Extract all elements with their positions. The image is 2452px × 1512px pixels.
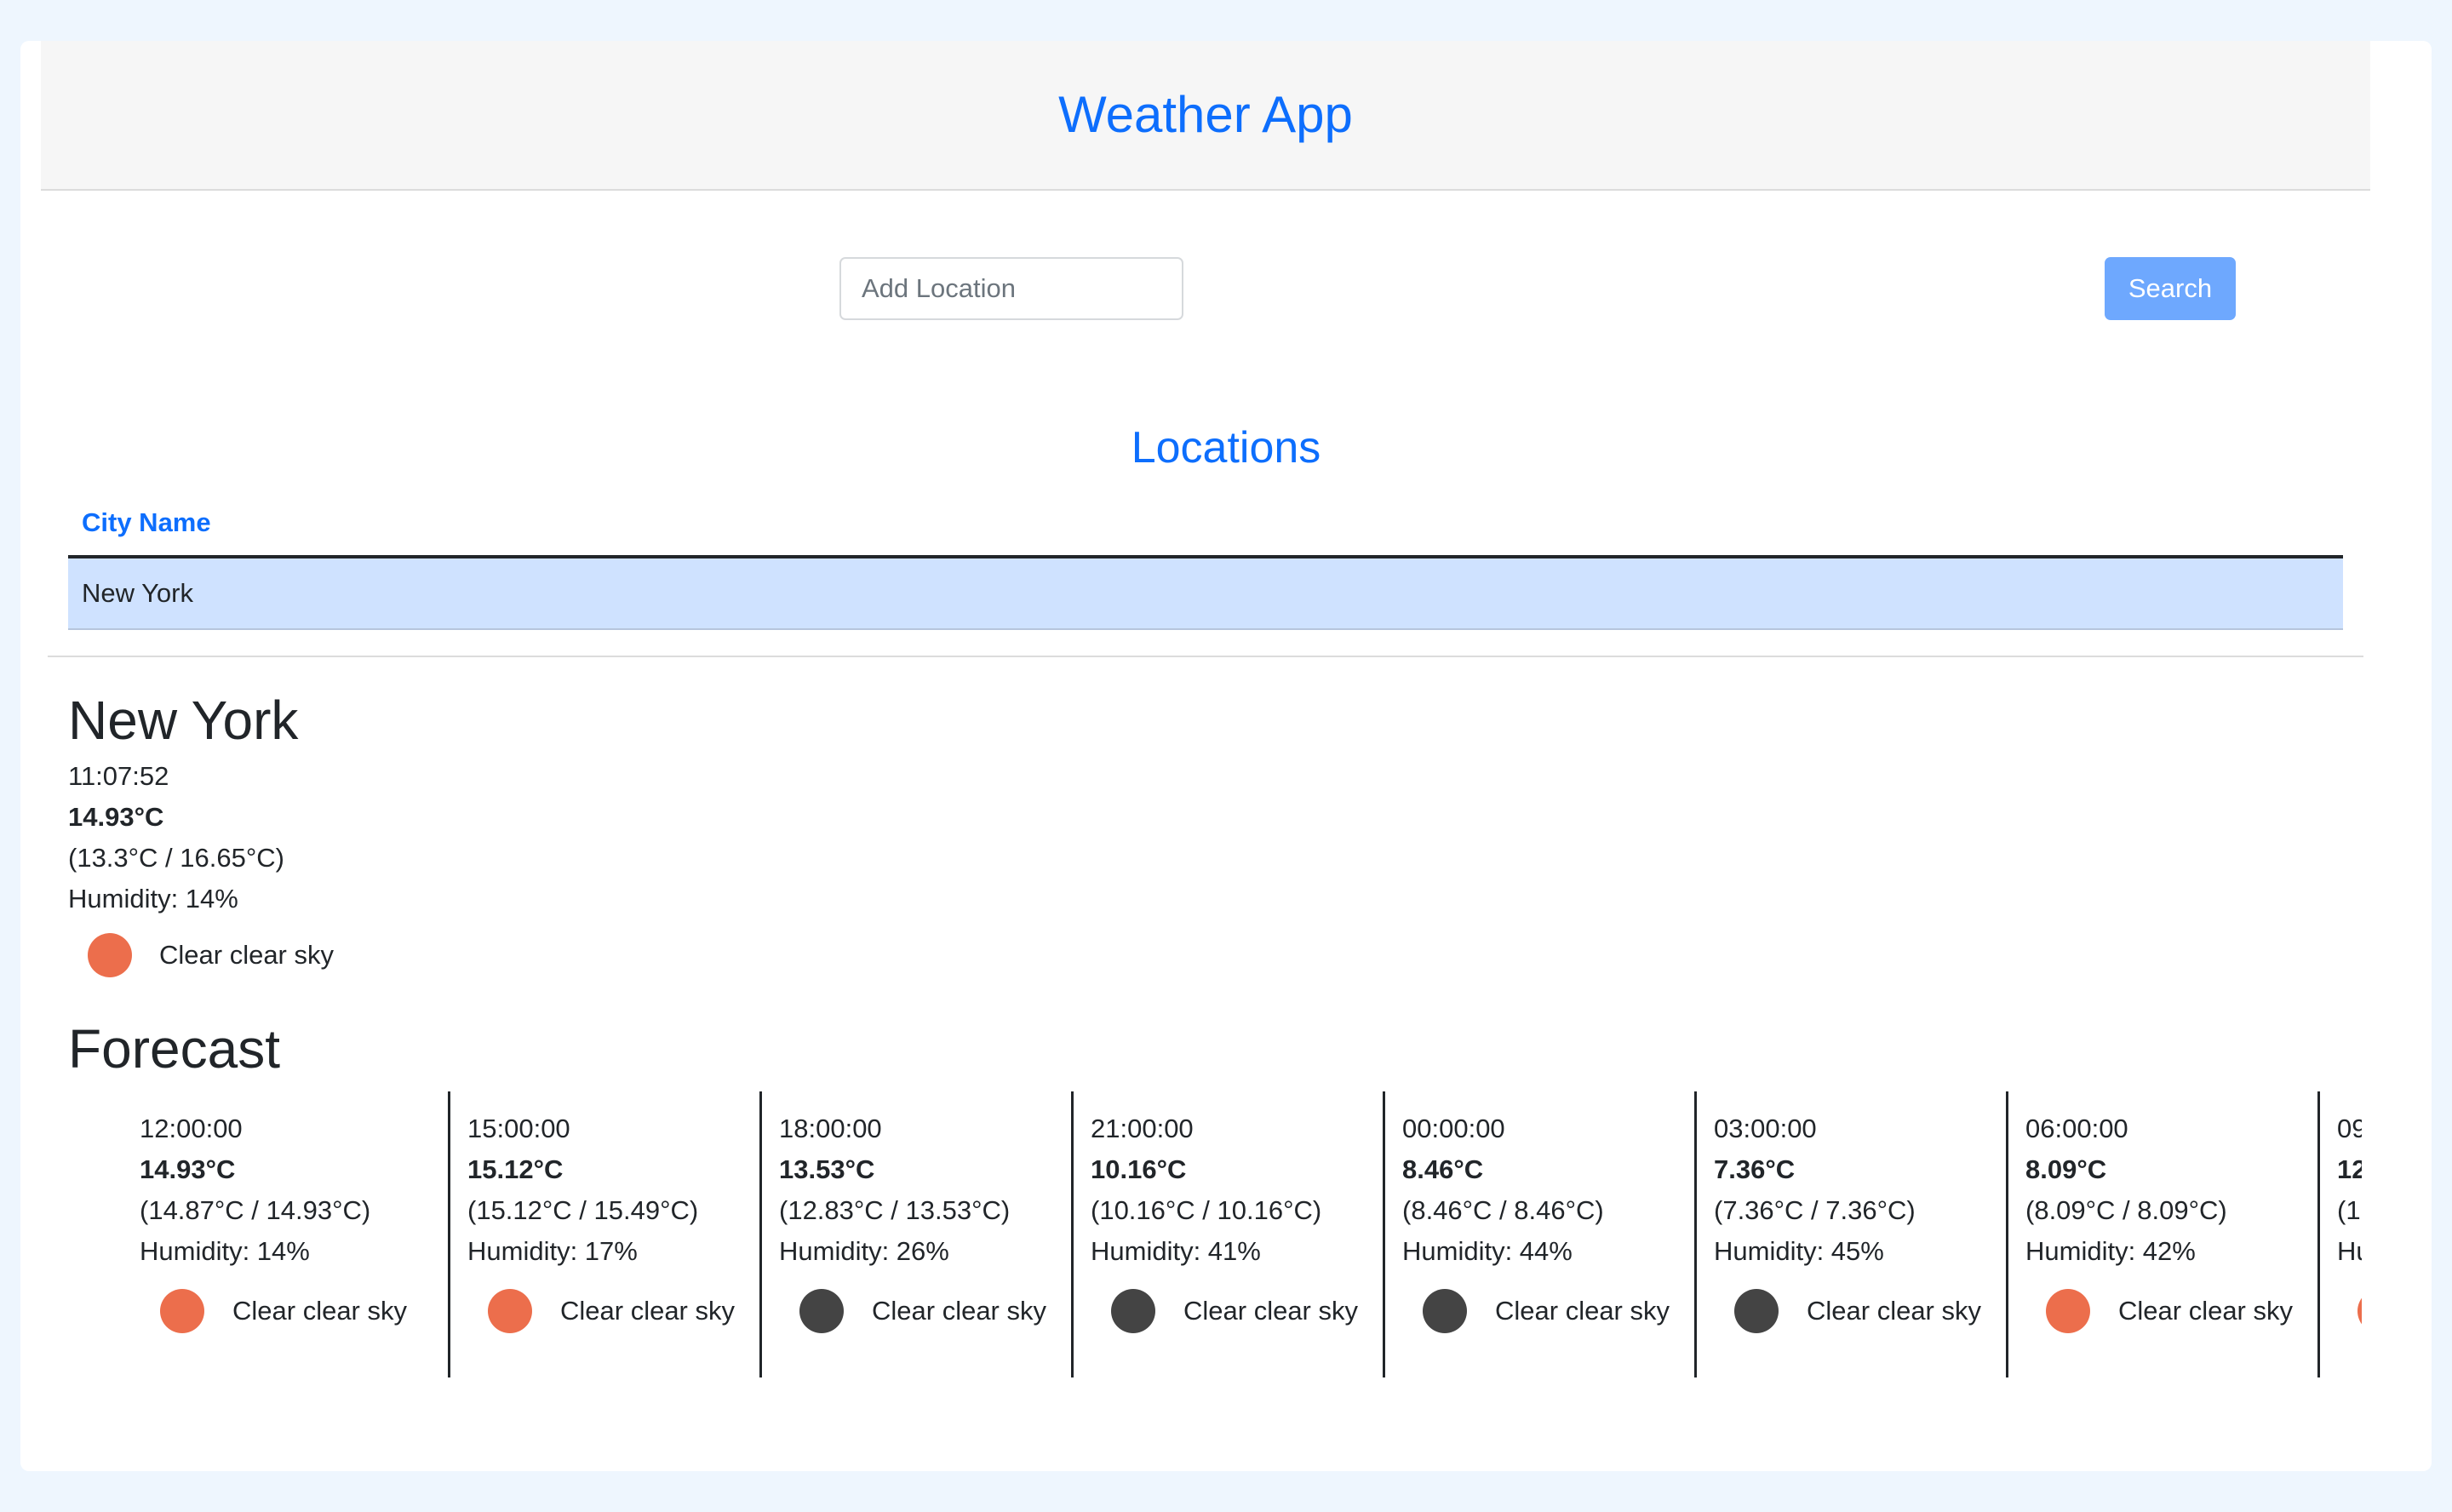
forecast-condition-label: Clear clear sky bbox=[1183, 1296, 1358, 1326]
forecast-item: 15:00:00 15.12°C (15.12°C / 15.49°C) Hum… bbox=[450, 1091, 762, 1377]
forecast-humidity: Humidity: 17% bbox=[467, 1236, 638, 1266]
forecast-scroll-container[interactable]: 12:00:00 14.93°C (14.87°C / 14.93°C) Hum… bbox=[68, 1091, 2362, 1377]
forecast-time: 03:00:00 bbox=[1714, 1114, 1817, 1143]
forecast-time: 00:00:00 bbox=[1402, 1114, 1505, 1143]
forecast-condition: Clear clear sky bbox=[1714, 1284, 2006, 1338]
forecast-temp-range: (12 bbox=[2337, 1195, 2362, 1225]
forecast-time: 15:00:00 bbox=[467, 1114, 570, 1143]
moon-icon bbox=[1111, 1289, 1155, 1333]
forecast-humidity: Humidity: 14% bbox=[140, 1236, 310, 1266]
current-condition: Clear clear sky bbox=[68, 928, 334, 982]
forecast-humidity: Hu bbox=[2337, 1236, 2362, 1266]
forecast-condition-label: Clear clear sky bbox=[1807, 1296, 1981, 1326]
sun-icon bbox=[488, 1289, 532, 1333]
forecast-time: 18:00:00 bbox=[779, 1114, 882, 1143]
app-title: Weather App bbox=[1058, 86, 1353, 143]
forecast-item: 18:00:00 13.53°C (12.83°C / 13.53°C) Hum… bbox=[762, 1091, 1074, 1377]
forecast-condition: Clear clear sky bbox=[1091, 1284, 1383, 1338]
forecast-condition bbox=[2337, 1284, 2362, 1338]
forecast-condition-label: Clear clear sky bbox=[232, 1296, 407, 1326]
forecast-item: 12:00:00 14.93°C (14.87°C / 14.93°C) Hum… bbox=[68, 1091, 450, 1377]
moon-icon bbox=[1734, 1289, 1779, 1333]
forecast-heading: Forecast bbox=[68, 1018, 280, 1080]
sun-icon bbox=[2357, 1289, 2362, 1333]
location-city-cell[interactable]: New York bbox=[68, 557, 2343, 630]
forecast-humidity: Humidity: 44% bbox=[1402, 1236, 1573, 1266]
forecast-temperature: 13.53°C bbox=[779, 1154, 875, 1184]
current-condition-label: Clear clear sky bbox=[159, 940, 334, 970]
sun-icon bbox=[160, 1289, 204, 1333]
forecast-temperature: 7.36°C bbox=[1714, 1154, 1796, 1184]
forecast-condition: Clear clear sky bbox=[779, 1284, 1071, 1338]
forecast-condition-label: Clear clear sky bbox=[872, 1296, 1046, 1326]
forecast-temp-range: (7.36°C / 7.36°C) bbox=[1714, 1195, 1916, 1225]
locations-heading: Locations bbox=[1131, 423, 1321, 472]
forecast-temp-range: (8.09°C / 8.09°C) bbox=[2025, 1195, 2227, 1225]
forecast-item: 09 12. (12 Hu bbox=[2320, 1091, 2362, 1377]
forecast-temperature: 14.93°C bbox=[140, 1154, 236, 1184]
forecast-item: 21:00:00 10.16°C (10.16°C / 10.16°C) Hum… bbox=[1074, 1091, 1385, 1377]
forecast-humidity: Humidity: 26% bbox=[779, 1236, 949, 1266]
forecast-condition: Clear clear sky bbox=[1402, 1284, 1694, 1338]
forecast-humidity: Humidity: 41% bbox=[1091, 1236, 1261, 1266]
forecast-time: 06:00:00 bbox=[2025, 1114, 2128, 1143]
moon-icon bbox=[799, 1289, 844, 1333]
forecast-temp-range: (15.12°C / 15.49°C) bbox=[467, 1195, 699, 1225]
forecast-temp-range: (14.87°C / 14.93°C) bbox=[140, 1195, 371, 1225]
forecast-condition: Clear clear sky bbox=[2025, 1284, 2317, 1338]
forecast-row: 12:00:00 14.93°C (14.87°C / 14.93°C) Hum… bbox=[68, 1091, 2362, 1377]
forecast-temperature: 8.09°C bbox=[2025, 1154, 2107, 1184]
moon-icon bbox=[1423, 1289, 1467, 1333]
app-header: Weather App bbox=[41, 41, 2370, 191]
forecast-temp-range: (10.16°C / 10.16°C) bbox=[1091, 1195, 1322, 1225]
forecast-time: 21:00:00 bbox=[1091, 1114, 1194, 1143]
table-header-row: City Name bbox=[68, 490, 2343, 558]
search-button[interactable]: Search bbox=[2105, 257, 2236, 320]
forecast-condition-label: Clear clear sky bbox=[560, 1296, 735, 1326]
section-divider bbox=[48, 656, 2363, 657]
current-weather: New York 11:07:52 14.93°C (13.3°C / 16.6… bbox=[68, 684, 334, 982]
forecast-condition-label: Clear clear sky bbox=[1495, 1296, 1670, 1326]
current-temp-range: (13.3°C / 16.65°C) bbox=[68, 843, 284, 873]
forecast-temp-range: (12.83°C / 13.53°C) bbox=[779, 1195, 1011, 1225]
forecast-item: 00:00:00 8.46°C (8.46°C / 8.46°C) Humidi… bbox=[1385, 1091, 1697, 1377]
forecast-item: 03:00:00 7.36°C (7.36°C / 7.36°C) Humidi… bbox=[1697, 1091, 2008, 1377]
current-humidity: Humidity: 14% bbox=[68, 884, 238, 914]
forecast-temperature: 8.46°C bbox=[1402, 1154, 1484, 1184]
forecast-temperature: 15.12°C bbox=[467, 1154, 564, 1184]
forecast-humidity: Humidity: 45% bbox=[1714, 1236, 1884, 1266]
forecast-temp-range: (8.46°C / 8.46°C) bbox=[1402, 1195, 1604, 1225]
forecast-time: 09 bbox=[2337, 1114, 2362, 1143]
forecast-temperature: 12. bbox=[2337, 1154, 2362, 1184]
add-location-input[interactable] bbox=[839, 257, 1183, 320]
locations-table: City Name New York bbox=[68, 490, 2343, 630]
current-time: 11:07:52 bbox=[68, 761, 169, 791]
forecast-condition-label: Clear clear sky bbox=[2118, 1296, 2293, 1326]
current-temperature: 14.93°C bbox=[68, 802, 164, 832]
forecast-temperature: 10.16°C bbox=[1091, 1154, 1187, 1184]
forecast-condition: Clear clear sky bbox=[467, 1284, 759, 1338]
sun-icon bbox=[88, 933, 132, 977]
forecast-condition: Clear clear sky bbox=[140, 1284, 448, 1338]
sun-icon bbox=[2046, 1289, 2090, 1333]
forecast-humidity: Humidity: 42% bbox=[2025, 1236, 2196, 1266]
current-city-title: New York bbox=[68, 690, 299, 751]
forecast-item: 06:00:00 8.09°C (8.09°C / 8.09°C) Humidi… bbox=[2008, 1091, 2320, 1377]
city-name-column-header: City Name bbox=[68, 490, 2343, 558]
forecast-time: 12:00:00 bbox=[140, 1114, 243, 1143]
location-row[interactable]: New York bbox=[68, 557, 2343, 630]
